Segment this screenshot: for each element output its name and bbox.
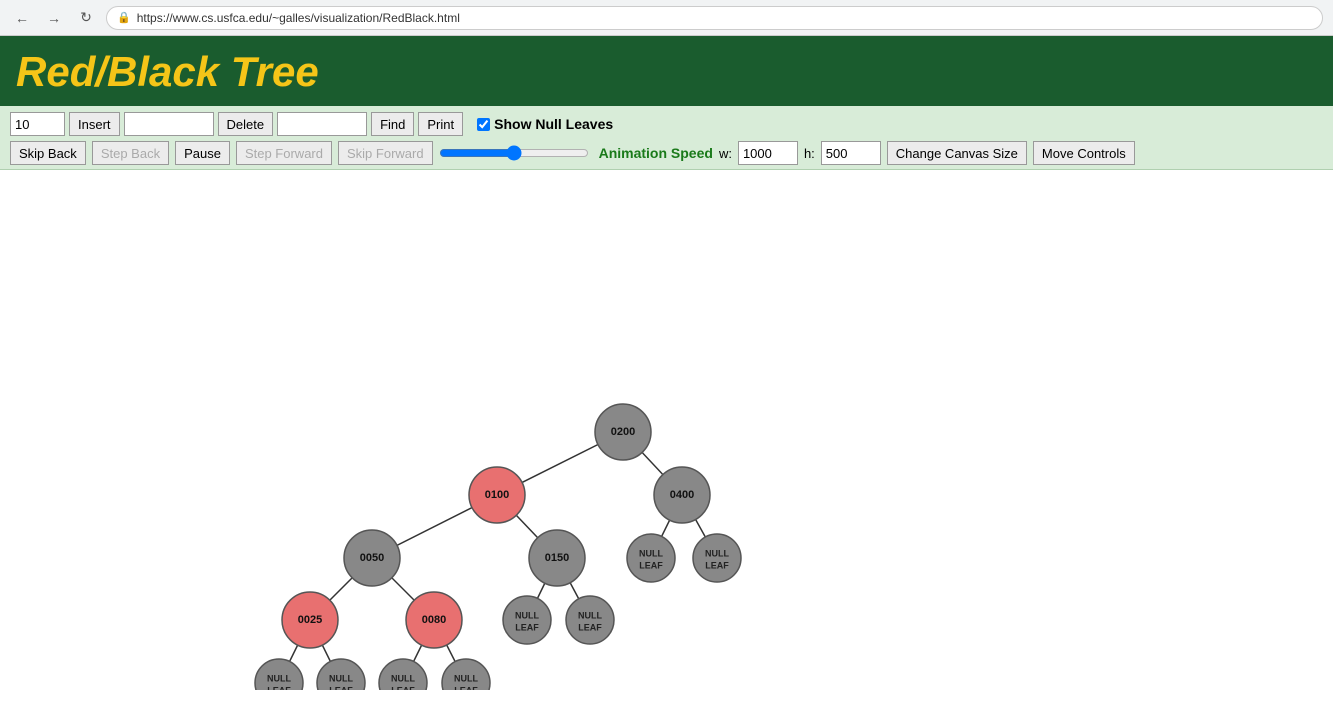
- find-button[interactable]: Find: [371, 112, 414, 136]
- svg-text:0050: 0050: [360, 552, 384, 564]
- svg-text:0200: 0200: [611, 426, 635, 438]
- pause-button[interactable]: Pause: [175, 141, 230, 165]
- animation-speed-label: Animation Speed: [599, 145, 713, 161]
- svg-text:NULL: NULL: [578, 610, 602, 620]
- svg-text:NULL: NULL: [454, 673, 478, 683]
- back-button[interactable]: ←: [10, 6, 34, 30]
- svg-text:LEAF: LEAF: [391, 685, 415, 690]
- controls-row2: Skip Back Step Back Pause Step Forward S…: [10, 141, 1323, 165]
- svg-text:NULL: NULL: [329, 673, 353, 683]
- controls-row1: Insert Delete Find Print Show Null Leave…: [10, 112, 1323, 136]
- h-label: h:: [804, 146, 815, 161]
- step-back-button[interactable]: Step Back: [92, 141, 169, 165]
- svg-text:0080: 0080: [422, 614, 446, 626]
- delete-button[interactable]: Delete: [218, 112, 274, 136]
- forward-button[interactable]: →: [42, 6, 66, 30]
- svg-text:LEAF: LEAF: [578, 622, 602, 632]
- find-input[interactable]: [277, 112, 367, 136]
- svg-text:NULL: NULL: [705, 548, 729, 558]
- lock-icon: 🔒: [117, 11, 131, 24]
- step-forward-button[interactable]: Step Forward: [236, 141, 332, 165]
- svg-text:LEAF: LEAF: [329, 685, 353, 690]
- show-null-label: Show Null Leaves: [477, 116, 613, 132]
- print-button[interactable]: Print: [418, 112, 463, 136]
- svg-text:LEAF: LEAF: [705, 560, 729, 570]
- page-header: Red/Black Tree: [0, 36, 1333, 106]
- canvas-area: 0200 0100 0400 0050 0150 0025 0080 NULL LEAF NULL…: [0, 170, 1333, 690]
- delete-input[interactable]: [124, 112, 214, 136]
- height-input[interactable]: [821, 141, 881, 165]
- skip-forward-button[interactable]: Skip Forward: [338, 141, 433, 165]
- change-canvas-button[interactable]: Change Canvas Size: [887, 141, 1027, 165]
- svg-text:NULL: NULL: [515, 610, 539, 620]
- controls-bar: Insert Delete Find Print Show Null Leave…: [0, 106, 1333, 170]
- w-label: w:: [719, 146, 732, 161]
- insert-input[interactable]: [10, 112, 65, 136]
- svg-text:NULL: NULL: [391, 673, 415, 683]
- svg-text:NULL: NULL: [267, 673, 291, 683]
- address-bar: 🔒 https://www.cs.usfca.edu/~galles/visua…: [106, 6, 1323, 30]
- show-null-checkbox[interactable]: [477, 118, 490, 131]
- url-text: https://www.cs.usfca.edu/~galles/visuali…: [137, 11, 460, 25]
- svg-text:LEAF: LEAF: [515, 622, 539, 632]
- speed-slider[interactable]: [439, 145, 589, 161]
- skip-back-button[interactable]: Skip Back: [10, 141, 86, 165]
- svg-text:NULL: NULL: [639, 548, 663, 558]
- svg-text:LEAF: LEAF: [267, 685, 291, 690]
- svg-text:0400: 0400: [670, 489, 694, 501]
- svg-text:0100: 0100: [485, 489, 509, 501]
- reload-button[interactable]: ↻: [74, 6, 98, 30]
- svg-text:0025: 0025: [298, 614, 322, 626]
- page-title: Red/Black Tree: [16, 48, 1317, 96]
- insert-button[interactable]: Insert: [69, 112, 120, 136]
- tree-svg: 0200 0100 0400 0050 0150 0025 0080 NULL LEAF NULL…: [0, 170, 1333, 690]
- svg-text:0150: 0150: [545, 552, 569, 564]
- width-input[interactable]: [738, 141, 798, 165]
- browser-chrome: ← → ↻ 🔒 https://www.cs.usfca.edu/~galles…: [0, 0, 1333, 36]
- svg-text:LEAF: LEAF: [454, 685, 478, 690]
- svg-text:LEAF: LEAF: [639, 560, 663, 570]
- move-controls-button[interactable]: Move Controls: [1033, 141, 1135, 165]
